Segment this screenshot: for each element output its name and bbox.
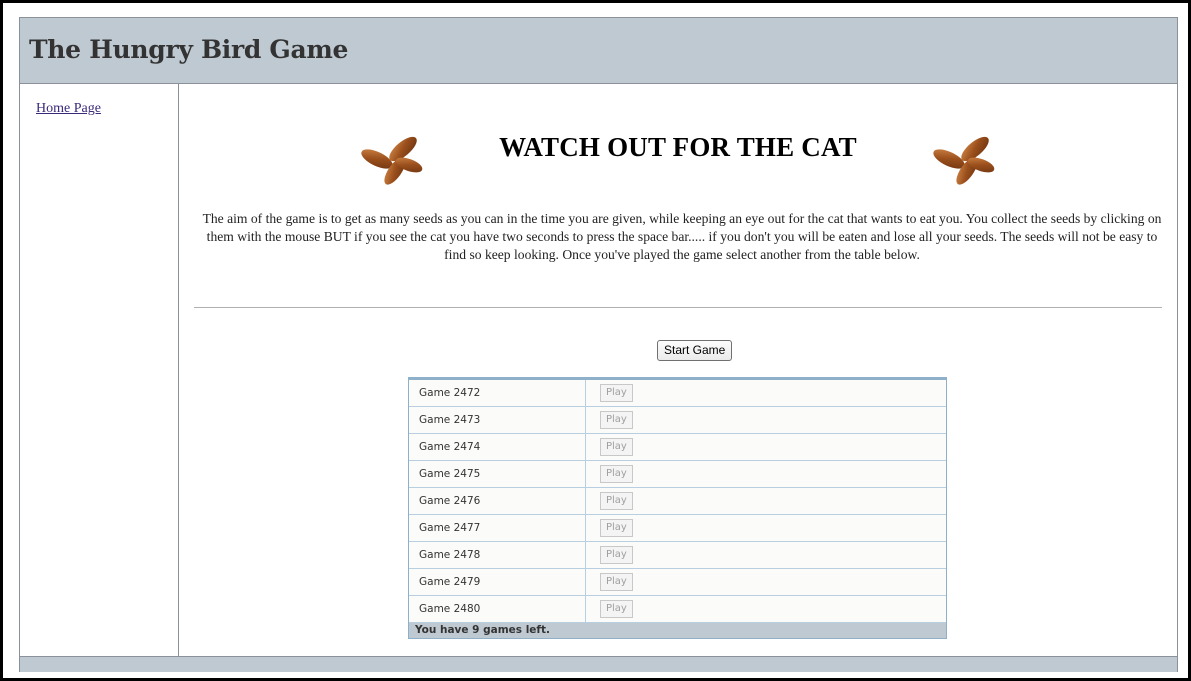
start-game-button[interactable]: Start Game — [657, 340, 733, 361]
game-name: Game 2479 — [409, 569, 586, 595]
game-name: Game 2474 — [409, 434, 586, 460]
play-button[interactable]: Play — [600, 384, 633, 402]
banner-title: WATCH OUT FOR THE CAT — [499, 132, 857, 162]
divider — [194, 307, 1162, 308]
page-header: The Hungry Bird Game — [20, 18, 1177, 84]
play-button[interactable]: Play — [600, 600, 633, 618]
play-button[interactable]: Play — [600, 573, 633, 591]
game-name: Game 2475 — [409, 461, 586, 487]
play-button[interactable]: Play — [600, 438, 633, 456]
page-footer — [20, 656, 1177, 672]
play-button[interactable]: Play — [600, 546, 633, 564]
table-row: Game 2476 Play — [409, 488, 946, 515]
game-description: The aim of the game is to get as many se… — [202, 211, 1162, 262]
games-table: Game 2472 Play Game 2473 Play Game 2474 Play G… — [408, 377, 947, 639]
table-row: Game 2473 Play — [409, 407, 946, 434]
table-row: Game 2474 Play — [409, 434, 946, 461]
main-content: WATCH OUT FOR THE CAT The aim of the gam… — [179, 84, 1177, 656]
play-button[interactable]: Play — [600, 465, 633, 483]
game-name: Game 2478 — [409, 542, 586, 568]
game-name: Game 2477 — [409, 515, 586, 541]
table-row: Game 2478 Play — [409, 542, 946, 569]
sidebar: Home Page — [20, 84, 179, 656]
table-row: Game 2480 Play — [409, 596, 946, 623]
seeds-icon — [933, 136, 995, 185]
play-button[interactable]: Play — [600, 492, 633, 510]
table-row: Game 2475 Play — [409, 461, 946, 488]
play-button[interactable]: Play — [600, 519, 633, 537]
game-name: Game 2480 — [409, 596, 586, 622]
game-name: Game 2476 — [409, 488, 586, 514]
game-name: Game 2472 — [409, 380, 586, 406]
games-left-footer: You have 9 games left. — [409, 623, 946, 638]
play-button[interactable]: Play — [600, 411, 633, 429]
table-row: Game 2477 Play — [409, 515, 946, 542]
home-page-link[interactable]: Home Page — [36, 101, 101, 117]
game-name: Game 2473 — [409, 407, 586, 433]
page-container: The Hungry Bird Game Home Page WATCH OUT… — [19, 17, 1178, 672]
table-row: Game 2479 Play — [409, 569, 946, 596]
window-frame: The Hungry Bird Game Home Page WATCH OUT… — [0, 0, 1191, 681]
table-row: Game 2472 Play — [409, 380, 946, 407]
page-title: The Hungry Bird Game — [29, 35, 349, 64]
banner: WATCH OUT FOR THE CAT — [179, 124, 1177, 194]
